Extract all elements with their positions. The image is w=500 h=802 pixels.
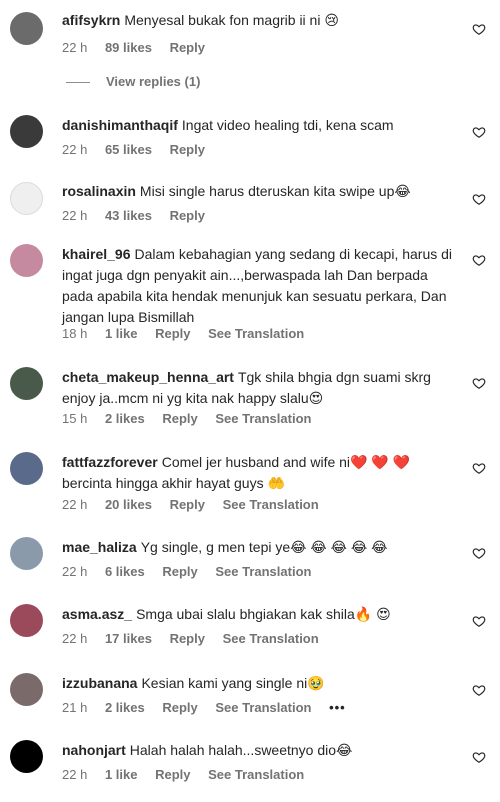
avatar[interactable]	[10, 244, 43, 277]
more-options-icon[interactable]: •••	[329, 700, 346, 715]
comment-text: Halah halah halah...sweetnyo dio😂	[129, 742, 353, 758]
comment-username[interactable]: cheta_makeup_henna_art	[62, 369, 234, 385]
comment-time: 22 h	[62, 564, 88, 579]
likes-count[interactable]: 43 likes	[105, 208, 152, 223]
comment-text: Menyesal bukak fon magrib ii ni 😢	[124, 12, 339, 28]
likes-count[interactable]: 2 likes	[105, 411, 145, 426]
see-translation-button[interactable]: See Translation	[215, 700, 311, 715]
avatar[interactable]	[10, 740, 43, 773]
likes-count[interactable]: 2 likes	[105, 700, 145, 715]
heart-icon[interactable]	[472, 750, 486, 764]
heart-icon[interactable]	[472, 192, 486, 206]
comment-text: Yg single, g men tepi ye😂 😂 😂 😂 😂	[140, 539, 388, 555]
comment-time: 22 h	[62, 40, 88, 55]
comment-text: Ingat video healing tdi, kena scam	[181, 117, 394, 133]
comment-username[interactable]: izzubanana	[62, 675, 137, 691]
comment-time: 21 h	[62, 700, 88, 715]
comment-username[interactable]: asma.asz_	[62, 606, 132, 622]
comment-username[interactable]: khairel_96	[62, 246, 131, 262]
comment-username[interactable]: rosalinaxin	[62, 183, 136, 199]
avatar[interactable]	[10, 452, 43, 485]
avatar[interactable]	[10, 604, 43, 637]
heart-icon[interactable]	[472, 125, 486, 139]
likes-count[interactable]: 20 likes	[105, 497, 152, 512]
comment-time: 18 h	[62, 326, 88, 341]
see-translation-button[interactable]: See Translation	[215, 411, 311, 426]
avatar[interactable]	[10, 537, 43, 570]
comment-time: 22 h	[62, 497, 88, 512]
avatar[interactable]	[10, 115, 43, 148]
avatar[interactable]	[10, 182, 43, 215]
comment-text: Smga ubai slalu bhgiakan kak shila🔥 😍	[136, 606, 391, 622]
comment-username[interactable]: mae_haliza	[62, 539, 137, 555]
see-translation-button[interactable]: See Translation	[208, 326, 304, 341]
divider-line	[66, 82, 90, 84]
comment-time: 22 h	[62, 767, 88, 782]
heart-icon[interactable]	[472, 683, 486, 697]
likes-count[interactable]: 6 likes	[105, 564, 145, 579]
likes-count[interactable]: 1 like	[105, 326, 138, 341]
comment-username[interactable]: afifsykrn	[62, 12, 120, 28]
heart-icon[interactable]	[472, 546, 486, 560]
comment-username[interactable]: danishimanthaqif	[62, 117, 178, 133]
view-replies-label: View replies (1)	[106, 74, 201, 89]
comment-time: 22 h	[62, 631, 88, 646]
reply-button[interactable]: Reply	[170, 142, 205, 157]
likes-count[interactable]: 89 likes	[105, 40, 152, 55]
heart-icon[interactable]	[472, 614, 486, 628]
heart-icon[interactable]	[472, 461, 486, 475]
reply-button[interactable]: Reply	[170, 40, 205, 55]
reply-button[interactable]: Reply	[170, 208, 205, 223]
reply-button[interactable]: Reply	[162, 411, 197, 426]
reply-button[interactable]: Reply	[170, 631, 205, 646]
reply-button[interactable]: Reply	[170, 497, 205, 512]
reply-button[interactable]: Reply	[155, 326, 190, 341]
heart-icon[interactable]	[472, 22, 486, 36]
see-translation-button[interactable]: See Translation	[223, 497, 319, 512]
reply-button[interactable]: Reply	[155, 767, 190, 782]
comment-time: 22 h	[62, 142, 88, 157]
likes-count[interactable]: 1 like	[105, 767, 138, 782]
reply-button[interactable]: Reply	[162, 700, 197, 715]
comment-username[interactable]: nahonjart	[62, 742, 126, 758]
comment-text: Kesian kami yang single ni🥹	[141, 675, 325, 691]
likes-count[interactable]: 17 likes	[105, 631, 152, 646]
avatar[interactable]	[10, 673, 43, 706]
reply-button[interactable]: Reply	[162, 564, 197, 579]
see-translation-button[interactable]: See Translation	[208, 767, 304, 782]
view-replies-button[interactable]: View replies (1)	[66, 74, 200, 89]
see-translation-button[interactable]: See Translation	[223, 631, 319, 646]
comment-username[interactable]: fattfazzforever	[62, 454, 158, 470]
heart-icon[interactable]	[472, 376, 486, 390]
comment-time: 22 h	[62, 208, 88, 223]
likes-count[interactable]: 65 likes	[105, 142, 152, 157]
comment-time: 15 h	[62, 411, 88, 426]
avatar[interactable]	[10, 367, 43, 400]
heart-icon[interactable]	[472, 253, 486, 267]
see-translation-button[interactable]: See Translation	[215, 564, 311, 579]
avatar[interactable]	[10, 12, 43, 45]
comment-text: Misi single harus dteruskan kita swipe u…	[139, 183, 411, 199]
